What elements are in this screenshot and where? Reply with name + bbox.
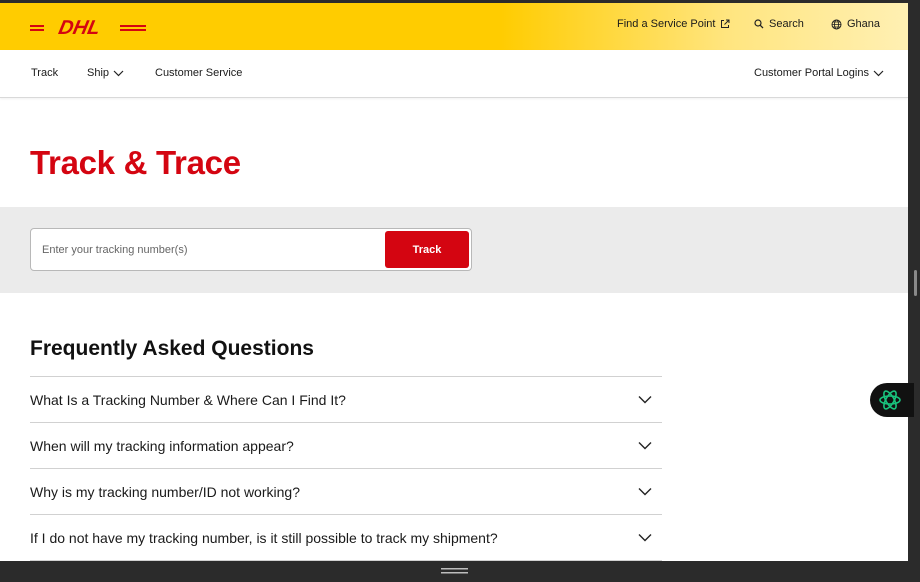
nav-customer-service[interactable]: Customer Service: [155, 67, 242, 79]
nav-ship[interactable]: Ship: [87, 67, 124, 79]
nav-track[interactable]: Track: [31, 67, 58, 79]
faq-item[interactable]: What Is a Tracking Number & Where Can I …: [30, 377, 662, 423]
faq-question: What Is a Tracking Number & Where Can I …: [30, 391, 346, 408]
faq-question: If I do not have my tracking number, is …: [30, 529, 498, 546]
nav-portal-label: Customer Portal Logins: [754, 67, 869, 79]
nav-customer-service-label: Customer Service: [155, 67, 243, 79]
faq-item[interactable]: If I do not have my tracking number, is …: [30, 515, 662, 561]
assistant-icon: [879, 390, 901, 410]
chevron-down-icon: [638, 534, 652, 542]
external-link-icon: [721, 19, 730, 28]
nav-ship-label: Ship: [87, 67, 110, 79]
globe-icon: [831, 19, 842, 29]
track-button[interactable]: Track: [385, 231, 469, 268]
faq-question: When will my tracking information appear…: [30, 437, 294, 454]
find-service-point-link[interactable]: Find a Service Point: [617, 18, 730, 30]
chevron-down-icon: [113, 70, 124, 76]
tracking-search-form: Track: [30, 228, 472, 271]
country-selector[interactable]: Ghana: [831, 18, 880, 30]
chevron-down-icon: [638, 442, 652, 450]
assistant-button[interactable]: [870, 383, 914, 417]
top-utility-bar: DHL Find a Service Point Search Ghana: [0, 3, 908, 50]
browser-viewport: DHL Find a Service Point Search Ghana Tr…: [0, 3, 908, 561]
resize-handle[interactable]: [441, 567, 468, 575]
dhl-logo[interactable]: DHL: [30, 16, 146, 38]
header-search-button[interactable]: Search: [754, 18, 804, 30]
tracking-number-input[interactable]: [31, 229, 385, 270]
nav-customer-portal-logins[interactable]: Customer Portal Logins: [754, 67, 884, 79]
svg-text:DHL: DHL: [57, 17, 103, 38]
scrollbar-thumb[interactable]: [914, 270, 917, 296]
chevron-down-icon: [638, 488, 652, 496]
tracking-search-section: Track: [0, 207, 908, 293]
faq-question: Why is my tracking number/ID not working…: [30, 483, 300, 500]
service-point-label: Find a Service Point: [617, 18, 716, 30]
nav-track-label: Track: [31, 67, 59, 79]
faq-heading: Frequently Asked Questions: [30, 337, 314, 360]
chevron-down-icon: [638, 396, 652, 404]
page-title: Track & Trace: [30, 144, 241, 181]
faq-accordion: What Is a Tracking Number & Where Can I …: [30, 376, 662, 561]
faq-item[interactable]: Why is my tracking number/ID not working…: [30, 469, 662, 515]
search-label: Search: [769, 18, 804, 30]
main-navigation: Track Ship Customer Service Customer Por…: [0, 50, 908, 98]
chevron-down-icon: [873, 70, 884, 76]
country-label: Ghana: [847, 18, 881, 30]
search-icon: [754, 19, 764, 29]
faq-item[interactable]: When will my tracking information appear…: [30, 423, 662, 469]
